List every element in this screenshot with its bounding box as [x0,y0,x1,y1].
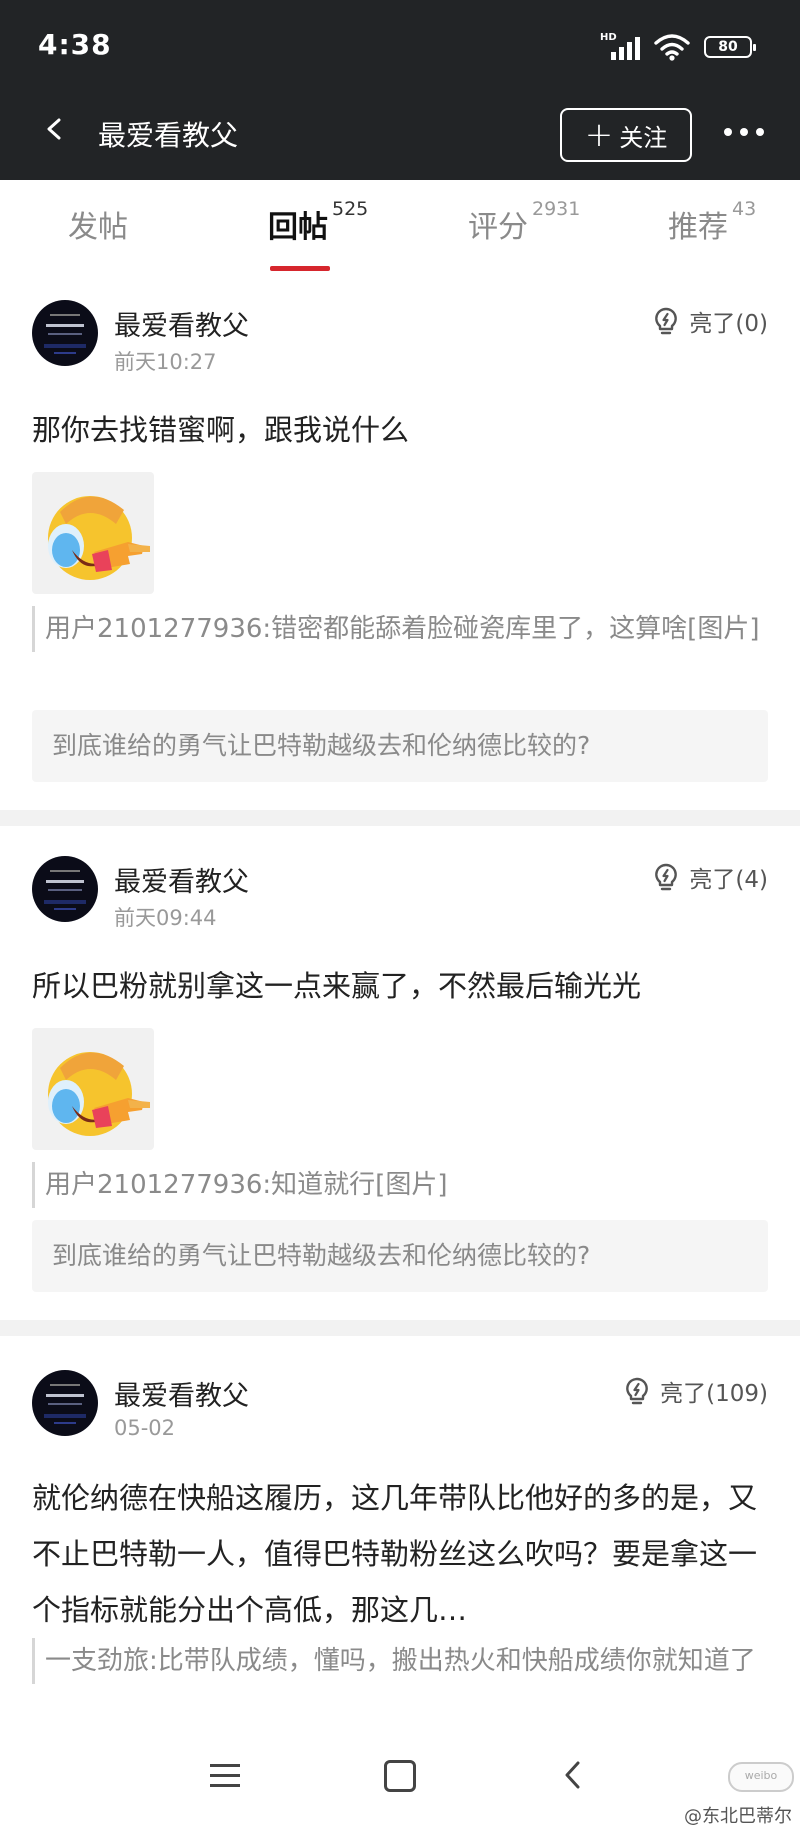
menu-icon[interactable] [210,1764,240,1794]
tab-posts-label: 发帖 [68,210,128,245]
tab-replies[interactable]: 回帖525 [268,198,368,246]
avatar[interactable] [32,300,98,366]
tab-replies-label: 回帖 [268,210,328,245]
light-count: 亮了(109) [660,1381,768,1407]
light-count: 亮了(4) [689,867,768,893]
quoted-reply[interactable]: 一支劲旅:比带队成绩，懂吗，搬出热火和快船成绩你就知道了 [32,1638,772,1684]
status-icons: HD 80 [600,30,756,64]
facepalm-emoji-image[interactable] [32,1028,154,1150]
status-time: 4:38 [38,28,112,61]
follow-label: 关注 [619,123,668,152]
reply-text: 所以巴粉就别拿这一点来赢了，不然最后输光光 [32,969,642,1003]
weibo-logo: weibo [728,1762,794,1792]
content-area: 发帖 回帖525 评分2931 推荐43 最爱看教父 前天10:27 亮了(0)… [0,180,800,1822]
nav-back-icon[interactable] [560,1760,586,1790]
active-tab-indicator [270,266,330,271]
post-separator [0,810,800,826]
reply-text: 那你去找错蜜啊，跟我说什么 [32,413,410,447]
avatar[interactable] [32,856,98,922]
post-time: 前天09:44 [114,906,217,930]
username[interactable]: 最爱看教父 [114,304,249,343]
tab-ratings[interactable]: 评分2931 [468,198,580,246]
post-separator [0,1320,800,1336]
tab-recommend-count: 43 [732,198,757,220]
quoted-reply[interactable]: 用户2101277936:错密都能舔着脸碰瓷库里了，这算啥[图片] [32,606,772,652]
lightbulb-icon [655,307,678,335]
light-button[interactable]: 亮了(0) [651,304,768,338]
tab-ratings-label: 评分 [468,210,528,245]
signal-icon: HD [600,32,640,62]
light-button[interactable]: 亮了(109) [622,1374,768,1408]
plus-icon: + [584,115,614,155]
tab-bar: 发帖 回帖525 评分2931 推荐43 [0,180,800,272]
post-time: 前天10:27 [114,350,217,374]
facepalm-emoji-image[interactable] [32,472,154,594]
tab-ratings-count: 2931 [532,198,581,220]
username[interactable]: 最爱看教父 [114,860,249,899]
lightbulb-icon [626,1377,648,1405]
tab-posts[interactable]: 发帖 [68,202,128,246]
reply-text: 就伦纳德在快船这履历，这几年带队比他好的多的是，又不止巴特勒一人，值得巴特勒粉丝… [32,1481,758,1627]
thread-link[interactable]: 到底谁给的勇气让巴特勒越级去和伦纳德比较的? [32,1220,768,1292]
follow-button[interactable]: + 关注 [560,108,692,162]
light-count: 亮了(0) [689,311,768,337]
thread-link[interactable]: 到底谁给的勇气让巴特勒越级去和伦纳德比较的? [32,710,768,782]
tab-recommend-label: 推荐 [668,210,728,245]
tab-replies-count: 525 [332,198,369,220]
chevron-left-icon[interactable] [44,118,66,140]
post-time: 05-02 [114,1416,176,1440]
top-header: 4:38 HD 80 最爱看教父 + 关注 [0,0,800,180]
system-nav-bar: weibo @东北巴蒂尔 [0,1716,800,1827]
battery-icon: 80 [704,36,756,58]
light-button[interactable]: 亮了(4) [651,860,768,894]
home-square-icon[interactable] [384,1760,416,1792]
quoted-reply[interactable]: 用户2101277936:知道就行[图片] [32,1162,772,1208]
tab-recommend[interactable]: 推荐43 [668,198,756,246]
avatar[interactable] [32,1370,98,1436]
lightbulb-icon [655,863,678,891]
wifi-icon [654,34,690,61]
more-dots-icon[interactable] [724,128,764,136]
username[interactable]: 最爱看教父 [114,1374,249,1413]
page-title: 最爱看教父 [98,119,239,152]
watermark-text: @东北巴蒂尔 [684,1806,792,1827]
